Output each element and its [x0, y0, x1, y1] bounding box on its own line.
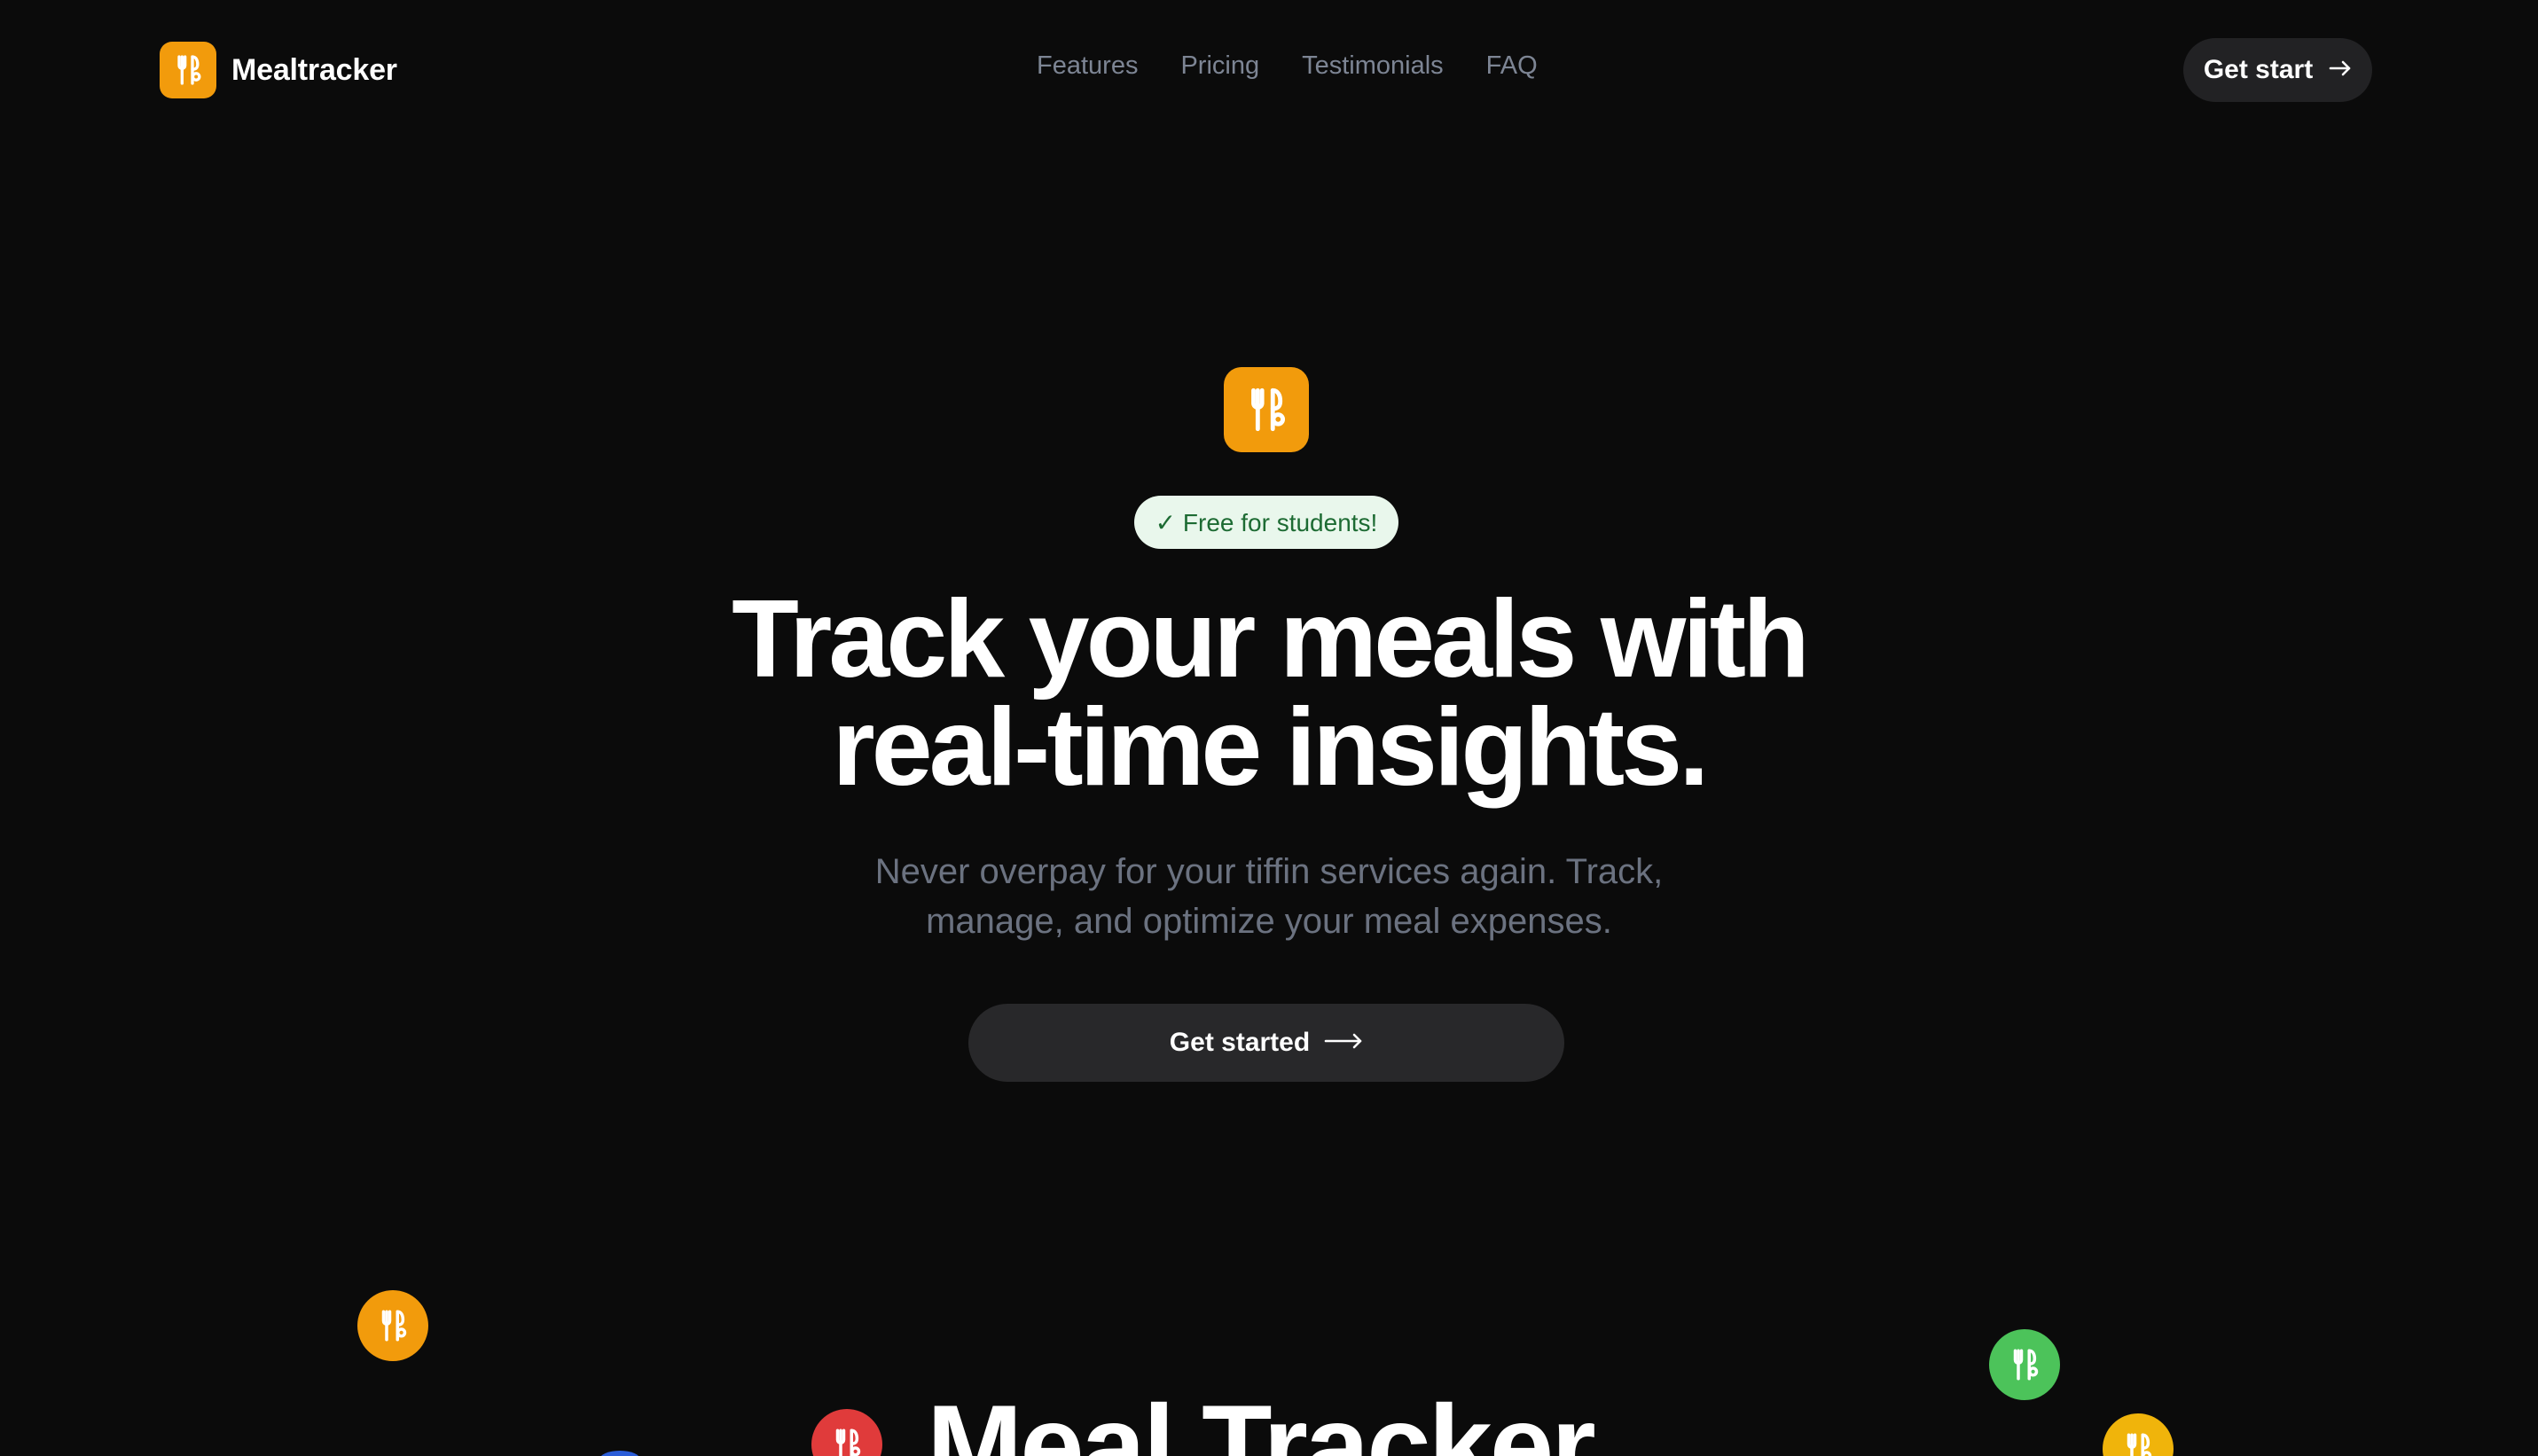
- section-title: Meal Tracker: [927, 1381, 1596, 1456]
- floating-icon-blue-partial: [599, 1451, 640, 1456]
- floating-utensils-icon-red: [811, 1409, 882, 1456]
- floating-utensils-icon-green: [1989, 1329, 2060, 1400]
- hero-headline-line-1: Track your meals with: [732, 578, 1810, 701]
- nav-link-testimonials[interactable]: Testimonials: [1302, 51, 1444, 81]
- get-start-label: Get start: [2203, 55, 2314, 84]
- nav-link-features[interactable]: Features: [1037, 51, 1138, 81]
- hero-logo-icon: [1224, 367, 1309, 452]
- floating-utensils-icon-orange: [357, 1290, 428, 1361]
- hero-subheading-line-2: manage, and optimize your meal expenses.: [926, 902, 1612, 941]
- utensils-icon: [160, 42, 216, 98]
- hero-headline-line-2: real-time insights.: [832, 686, 1709, 809]
- nav-link-pricing[interactable]: Pricing: [1180, 51, 1259, 81]
- hero-subheading-line-1: Never overpay for your tiffin services a…: [874, 852, 1664, 891]
- nav-link-faq[interactable]: FAQ: [1486, 51, 1538, 81]
- brand-name: Mealtracker: [231, 52, 397, 87]
- get-started-button[interactable]: Get started: [968, 1004, 1564, 1082]
- landing-page: Mealtracker Features Pricing Testimonial…: [0, 0, 2538, 1456]
- free-for-students-badge: ✓ Free for students!: [1134, 496, 1398, 549]
- long-arrow-right-icon: [1324, 1032, 1363, 1054]
- site-header: Mealtracker Features Pricing Testimonial…: [0, 0, 2538, 140]
- hero-subheading: Never overpay for your tiffin services a…: [737, 847, 1801, 946]
- brand-home-link[interactable]: Mealtracker: [160, 42, 397, 98]
- main-nav: Features Pricing Testimonials FAQ: [1037, 51, 1538, 81]
- arrow-right-icon: [2329, 59, 2352, 82]
- hero-headline: Track your meals with real-time insights…: [560, 578, 1978, 809]
- get-started-label: Get started: [1169, 1028, 1311, 1057]
- floating-utensils-icon-yellow: [2103, 1413, 2174, 1456]
- get-start-button[interactable]: Get start: [2183, 38, 2372, 102]
